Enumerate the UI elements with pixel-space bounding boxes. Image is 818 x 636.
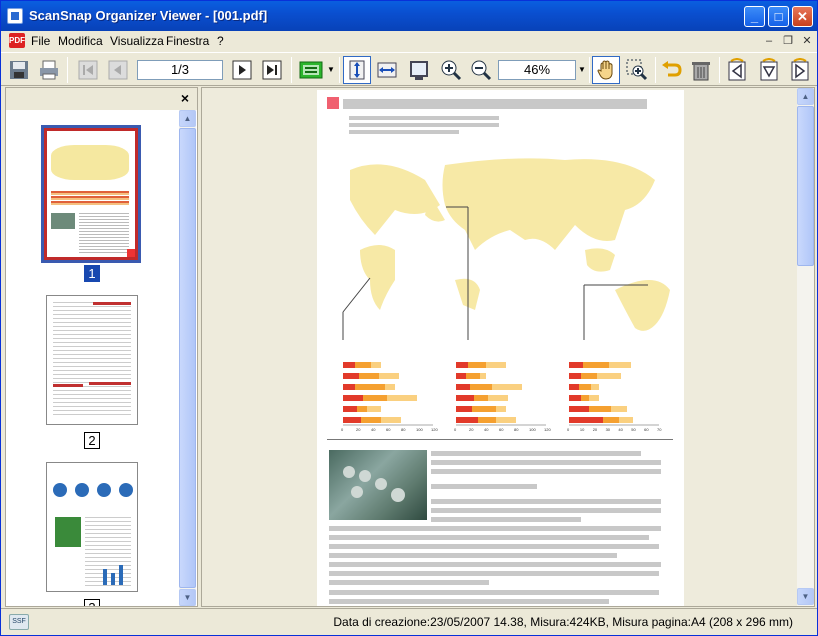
page-number-field[interactable]: 1/3	[137, 60, 223, 80]
doc-scroll-up-icon[interactable]: ▲	[797, 88, 814, 105]
status-text: Data di creazione:23/05/2007 14.38, Misu…	[333, 615, 793, 629]
thumbnail-page-3[interactable]	[46, 462, 138, 592]
chart-tick-label: 0	[341, 427, 344, 432]
thumbnail-page-1[interactable]	[41, 125, 141, 263]
chart-tick-label: 0	[454, 427, 457, 432]
doc-scroll-down-icon[interactable]: ▼	[797, 588, 814, 605]
chart-tick-label: 20	[356, 427, 361, 432]
pdf-icon[interactable]: PDF	[9, 33, 25, 48]
minimize-button[interactable]: _	[744, 6, 765, 27]
chart-tick-label: 120	[431, 427, 438, 432]
rotate-180-icon[interactable]	[755, 56, 783, 84]
thumbnail-panel: × 1 2 ▲ ▼	[5, 87, 198, 607]
next-page-icon[interactable]	[228, 56, 256, 84]
fit-height-icon[interactable]	[343, 56, 371, 84]
zoom-dropdown-icon[interactable]: ▼	[577, 61, 587, 79]
scroll-down-icon[interactable]: ▼	[179, 589, 196, 606]
chart-tick-label: 60	[644, 427, 649, 432]
zoom-in-icon[interactable]	[437, 56, 465, 84]
app-icon	[7, 8, 23, 24]
chart-tick-label: 40	[484, 427, 489, 432]
print-icon[interactable]	[35, 56, 63, 84]
thumbnail-panel-header: ×	[6, 88, 197, 110]
scanner-icon: SSF	[9, 614, 29, 630]
thumbnail-view-icon[interactable]	[297, 56, 325, 84]
panel-close-icon[interactable]: ×	[181, 90, 189, 106]
menu-finestra[interactable]: Finestra	[166, 34, 209, 48]
menu-visualizza[interactable]: Visualizza	[110, 34, 164, 48]
chart-tick-label: 80	[514, 427, 519, 432]
first-page-icon[interactable]	[74, 56, 102, 84]
toolbar: 1/3 ▼ 46% ▼	[1, 52, 817, 86]
thumbnail-dropdown-icon[interactable]: ▼	[326, 61, 336, 79]
menu-modifica[interactable]: Modifica	[58, 34, 103, 48]
scrollbar-thumb[interactable]	[179, 128, 196, 588]
save-icon[interactable]	[5, 56, 33, 84]
chart-2	[456, 362, 546, 426]
thumbnail-page-2[interactable]	[46, 295, 138, 425]
menu-file[interactable]: File	[31, 34, 50, 48]
maximize-button[interactable]: □	[768, 6, 789, 27]
chart-tick-label: 50	[631, 427, 636, 432]
doc-scrollbar-thumb[interactable]	[797, 106, 814, 266]
heading-marker	[327, 97, 339, 109]
world-map	[342, 158, 670, 340]
rotate-right-icon[interactable]	[786, 56, 814, 84]
full-page-icon[interactable]	[405, 56, 433, 84]
chart-tick-label: 70	[657, 427, 662, 432]
mdi-close-icon[interactable]: ✕	[799, 33, 815, 49]
page-number-2[interactable]: 2	[84, 432, 100, 449]
mdi-restore-icon[interactable]: ❐	[780, 33, 796, 49]
zoom-out-icon[interactable]	[467, 56, 495, 84]
chart-tick-label: 100	[529, 427, 536, 432]
chart-tick-label: 60	[386, 427, 391, 432]
chart-3	[569, 362, 659, 426]
chart-tick-label: 40	[618, 427, 623, 432]
chart-tick-label: 30	[605, 427, 611, 432]
document-page: 0 20 40 60 80 100 120 0 20 40 60 80 100 120 0 10 20 30 40 5…	[317, 90, 684, 606]
mdi-minimize-icon[interactable]: –	[761, 33, 777, 49]
document-scrollbar[interactable]: ▲ ▼	[797, 88, 814, 606]
page-number-1[interactable]: 1	[84, 265, 100, 282]
close-button[interactable]: ✕	[792, 6, 813, 27]
chart-tick-label: 20	[469, 427, 474, 432]
page-number-3[interactable]: 3	[84, 599, 100, 606]
heading-line	[343, 99, 647, 109]
chart-tick-label: 120	[544, 427, 551, 432]
chart-tick-label: 0	[567, 427, 570, 432]
thumbnail-list[interactable]: 1 2	[6, 110, 178, 606]
chart-tick-label: 100	[416, 427, 423, 432]
zoom-field[interactable]: 46%	[498, 60, 576, 80]
rotate-left-icon[interactable]	[723, 56, 751, 84]
chart-tick-label: 80	[401, 427, 406, 432]
hand-tool-icon[interactable]	[592, 56, 620, 84]
undo-icon[interactable]	[657, 56, 685, 84]
zoom-area-icon[interactable]	[623, 56, 651, 84]
title-bar[interactable]: ScanSnap Organizer Viewer - [001.pdf] _ …	[1, 1, 817, 31]
photo-industrial	[329, 450, 427, 520]
chart-tick-label: 60	[499, 427, 504, 432]
document-view[interactable]: 0 20 40 60 80 100 120 0 20 40 60 80 100 120 0 10 20 30 40 5…	[201, 87, 815, 607]
menu-help[interactable]: ?	[217, 34, 224, 48]
status-bar: SSF Data di creazione:23/05/2007 14.38, …	[1, 608, 817, 635]
chart-tick-label: 40	[371, 427, 376, 432]
divider	[327, 439, 673, 440]
fit-width-icon[interactable]	[373, 56, 401, 84]
app-window: ScanSnap Organizer Viewer - [001.pdf] _ …	[0, 0, 818, 636]
chart-tick-label: 20	[592, 427, 598, 432]
menu-bar: PDF File Modifica Visualizza Finestra ? …	[1, 31, 817, 51]
window-title: ScanSnap Organizer Viewer - [001.pdf]	[29, 8, 268, 23]
bar-charts	[343, 362, 659, 426]
last-page-icon[interactable]	[258, 56, 286, 84]
chart-1	[343, 362, 433, 426]
scroll-up-icon[interactable]: ▲	[179, 110, 196, 127]
previous-page-icon[interactable]	[104, 56, 132, 84]
chart-tick-label: 10	[579, 427, 585, 432]
thumbnail-scrollbar[interactable]: ▲ ▼	[179, 110, 196, 606]
delete-icon[interactable]	[687, 56, 715, 84]
